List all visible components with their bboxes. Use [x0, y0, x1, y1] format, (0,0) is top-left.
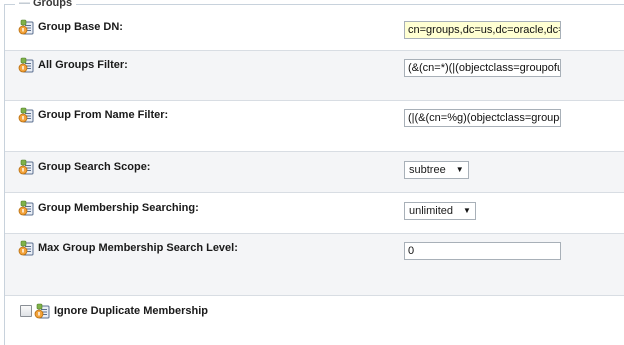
- groups-section-title-text: Groups: [33, 0, 73, 9]
- group-search-scope-value: subtree: [409, 164, 446, 176]
- group-membership-searching-select[interactable]: unlimited ▼: [404, 202, 476, 220]
- field-help-icon[interactable]: [18, 57, 34, 73]
- field-help-icon[interactable]: [34, 303, 50, 319]
- groups-section-title: — Groups: [15, 0, 77, 9]
- group-base-dn-input[interactable]: cn=groups,dc=us,dc=oracle,dc=com: [404, 21, 561, 39]
- row-group-membership-searching: Group Membership Searching: unlimited ▼: [5, 193, 624, 234]
- field-help-icon[interactable]: [18, 200, 34, 216]
- row-all-groups-filter: All Groups Filter: (&(cn=*)(|(objectclas…: [5, 51, 624, 101]
- dropdown-arrow-icon: ▼: [455, 165, 464, 174]
- max-group-membership-search-level-label: Max Group Membership Search Level:: [38, 242, 238, 254]
- ignore-duplicate-membership-label-wrap: Ignore Duplicate Membership: [34, 303, 208, 319]
- row-group-from-name-filter: Group From Name Filter: (|(&(cn=%g)(obje…: [5, 101, 624, 152]
- row-group-base-dn: Group Base DN: cn=groups,dc=us,dc=oracle…: [5, 13, 624, 51]
- group-from-name-filter-input[interactable]: (|(&(cn=%g)(objectclass=groupofuniquenam…: [404, 109, 561, 127]
- group-membership-searching-label: Group Membership Searching:: [38, 202, 199, 214]
- all-groups-filter-input[interactable]: (&(cn=*)(|(objectclass=groupofuniquename…: [404, 59, 561, 77]
- field-help-icon[interactable]: [18, 107, 34, 123]
- group-from-name-filter-label: Group From Name Filter:: [38, 109, 169, 121]
- dropdown-arrow-icon: ▼: [463, 206, 471, 215]
- field-help-icon[interactable]: [18, 159, 34, 175]
- row-group-search-scope: Group Search Scope: subtree ▼: [5, 152, 624, 193]
- group-search-scope-label: Group Search Scope:: [38, 161, 151, 173]
- ignore-duplicate-membership-checkbox[interactable]: [20, 305, 32, 317]
- group-search-scope-select[interactable]: subtree ▼: [404, 161, 469, 179]
- row-max-group-membership-search-level: Max Group Membership Search Level: 0: [5, 234, 624, 296]
- field-help-icon[interactable]: [18, 240, 34, 256]
- field-help-icon[interactable]: [18, 19, 34, 35]
- max-group-membership-search-level-input[interactable]: 0: [404, 242, 561, 260]
- ignore-duplicate-membership-label: Ignore Duplicate Membership: [54, 305, 209, 317]
- all-groups-filter-label: All Groups Filter:: [38, 59, 128, 71]
- group-base-dn-label: Group Base DN:: [38, 21, 123, 33]
- group-membership-searching-value: unlimited: [409, 205, 454, 217]
